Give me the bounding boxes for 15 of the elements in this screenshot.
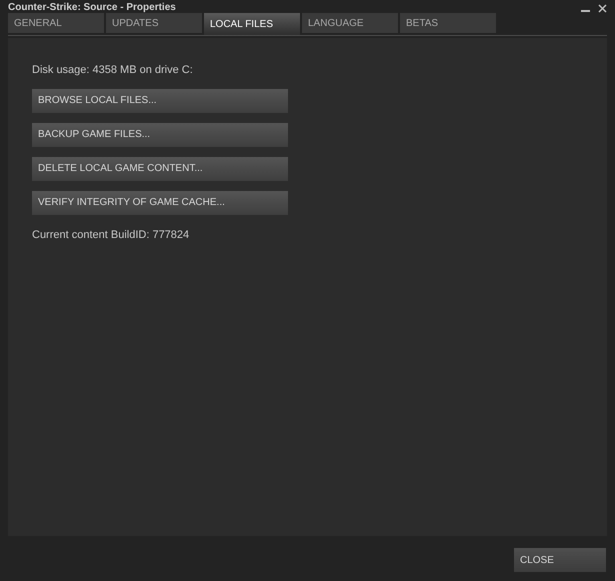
action-button[interactable]: BACKUP GAME FILES... (32, 122, 288, 146)
disk-usage-text: Disk usage: 4358 MB on drive C: (32, 63, 194, 78)
tab[interactable]: LOCAL FILES (204, 13, 300, 35)
action-button[interactable]: BROWSE LOCAL FILES... (32, 88, 288, 112)
action-button[interactable]: DELETE LOCAL GAME CONTENT... (32, 156, 288, 180)
minimize-icon[interactable] (581, 9, 590, 13)
tab[interactable]: BETAS (400, 13, 496, 33)
build-id-text: Current content BuildID: 777824 (32, 228, 190, 242)
close-button[interactable]: CLOSE (514, 548, 606, 572)
tab[interactable]: UPDATES (106, 13, 202, 33)
tab[interactable]: GENERAL (8, 13, 104, 33)
action-button[interactable]: VERIFY INTEGRITY OF GAME CACHE... (32, 190, 288, 214)
close-icon[interactable] (598, 4, 607, 13)
window-title: Counter-Strike: Source - Properties (8, 3, 176, 13)
tab[interactable]: LANGUAGE (302, 13, 398, 33)
